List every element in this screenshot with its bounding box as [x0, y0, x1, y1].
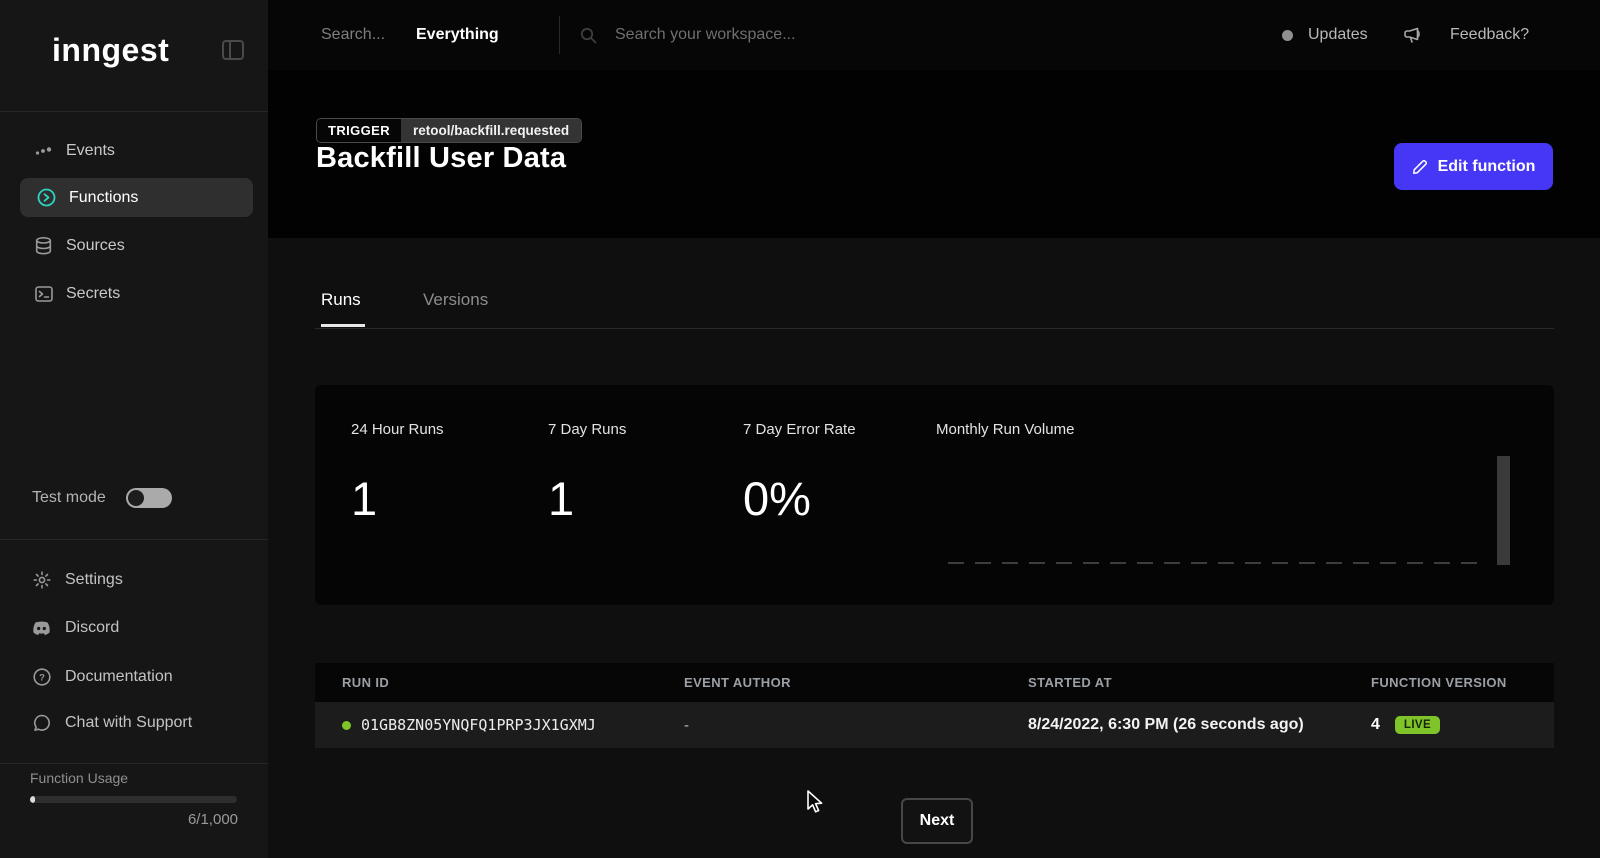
- toggle-knob: [128, 490, 144, 506]
- sidebar-logo-row: inngest: [0, 28, 268, 80]
- main-content: Runs Versions 24 Hour Runs 1 7 Day Runs …: [268, 238, 1600, 858]
- live-badge: LIVE: [1395, 716, 1440, 734]
- sidebar-item-label: Sources: [66, 237, 125, 255]
- sidebar-item-label: Settings: [65, 571, 123, 589]
- trigger-badge-label: TRIGGER: [317, 119, 401, 142]
- topbar: Search... Everything Search your workspa…: [268, 0, 1600, 70]
- sidebar-item-discord[interactable]: Discord: [0, 611, 268, 645]
- updates-button[interactable]: Updates: [1308, 0, 1368, 70]
- sidebar-item-label: Chat with Support: [65, 714, 192, 732]
- discord-icon: [32, 619, 51, 638]
- stat-value: 0%: [743, 471, 811, 526]
- chart-baseline-dashed: [948, 562, 1487, 564]
- tab-versions[interactable]: Versions: [423, 290, 488, 310]
- divider: [559, 16, 560, 54]
- started-at-cell: 8/24/2022, 6:30 PM (26 seconds ago): [1028, 702, 1304, 748]
- stat-label: 24 Hour Runs: [351, 421, 444, 438]
- stat-label: 7 Day Error Rate: [743, 421, 856, 438]
- inngest-logo: inngest: [52, 32, 169, 69]
- stat-7-day-error-rate: 7 Day Error Rate 0%: [743, 421, 856, 438]
- event-author-cell: -: [684, 702, 689, 748]
- feedback-button[interactable]: Feedback?: [1450, 0, 1529, 70]
- question-circle-icon: ?: [32, 668, 51, 687]
- app-window: inngest Events Functions Sources: [0, 0, 1600, 858]
- sidebar-item-settings[interactable]: Settings: [0, 563, 268, 597]
- divider: [0, 539, 268, 540]
- edit-function-button[interactable]: Edit function: [1394, 143, 1553, 190]
- function-version-cell: 4 LIVE: [1371, 702, 1440, 748]
- column-header-function-version: FUNCTION VERSION: [1371, 663, 1507, 702]
- sidebar-item-sources[interactable]: Sources: [0, 226, 268, 266]
- functions-icon: [37, 188, 56, 207]
- function-usage-progressbar: [30, 796, 237, 803]
- sidebar-item-label: Discord: [65, 619, 119, 637]
- search-button[interactable]: Search...: [321, 0, 385, 70]
- edit-function-label: Edit function: [1438, 158, 1536, 176]
- search-scope-everything[interactable]: Everything: [416, 0, 499, 70]
- stat-value: 1: [548, 471, 574, 526]
- divider: [0, 763, 268, 764]
- test-mode-label: Test mode: [32, 489, 106, 507]
- sidebar-item-label: Documentation: [65, 668, 173, 686]
- function-usage-label: Function Usage: [30, 770, 238, 786]
- sidebar-item-documentation[interactable]: ? Documentation: [0, 660, 268, 694]
- sidebar-item-label: Functions: [69, 189, 138, 207]
- megaphone-icon: [1404, 0, 1425, 70]
- monthly-run-volume-chart: Monthly Run Volume: [936, 421, 1530, 585]
- search-icon: [580, 0, 597, 70]
- stat-value: 1: [351, 471, 377, 526]
- sidebar-collapse-icon[interactable]: [222, 40, 244, 60]
- table-header-row: RUN ID EVENT AUTHOR STARTED AT FUNCTION …: [315, 663, 1554, 702]
- stat-7-day-runs: 7 Day Runs 1: [548, 421, 626, 438]
- sidebar-item-secrets[interactable]: Secrets: [0, 274, 268, 314]
- chart-bar: [1497, 456, 1510, 565]
- stat-24-hour-runs: 24 Hour Runs 1: [351, 421, 444, 438]
- stats-card: 24 Hour Runs 1 7 Day Runs 1 7 Day Error …: [315, 385, 1554, 605]
- workspace-search-input[interactable]: Search your workspace...: [615, 0, 796, 70]
- chart-title: Monthly Run Volume: [936, 421, 1530, 438]
- chat-bubble-icon: [32, 714, 51, 733]
- function-header: TRIGGER retool/backfill.requested Backfi…: [268, 70, 1600, 238]
- function-usage: Function Usage 6/1,000: [30, 770, 238, 828]
- sidebar-item-events[interactable]: Events: [0, 131, 268, 171]
- svg-text:?: ?: [39, 673, 45, 684]
- updates-dot-icon: [1282, 30, 1293, 41]
- active-tab-underline: [321, 324, 365, 327]
- sidebar-item-functions[interactable]: Functions: [20, 178, 253, 217]
- pencil-icon: [1412, 158, 1429, 175]
- page-title: Backfill User Data: [316, 142, 566, 175]
- run-id-cell[interactable]: 01GB8ZN05YNQFQ1PRP3JX1GXMJ: [361, 702, 596, 748]
- trigger-event-name[interactable]: retool/backfill.requested: [401, 119, 581, 142]
- sidebar: inngest Events Functions Sources: [0, 0, 268, 858]
- function-usage-progress-fill: [30, 796, 35, 803]
- sidebar-item-label: Events: [66, 142, 115, 160]
- divider: [315, 328, 1554, 329]
- sidebar-item-chat-support[interactable]: Chat with Support: [0, 706, 268, 740]
- gear-icon: [32, 571, 51, 590]
- divider: [0, 111, 268, 112]
- test-mode-row: Test mode: [32, 486, 242, 510]
- table-row[interactable]: 01GB8ZN05YNQFQ1PRP3JX1GXMJ - 8/24/2022, …: [315, 702, 1554, 748]
- sources-icon: [34, 237, 53, 256]
- tab-runs[interactable]: Runs: [321, 290, 361, 310]
- trigger-badge: TRIGGER retool/backfill.requested: [316, 118, 582, 143]
- next-page-button[interactable]: Next: [901, 798, 973, 844]
- column-header-run-id: RUN ID: [342, 663, 389, 702]
- secrets-icon: [34, 285, 53, 304]
- stat-label: 7 Day Runs: [548, 421, 626, 438]
- runs-table: RUN ID EVENT AUTHOR STARTED AT FUNCTION …: [315, 663, 1554, 748]
- run-status-dot: [342, 721, 351, 730]
- version-number: 4: [1371, 716, 1380, 734]
- events-icon: [34, 142, 53, 161]
- sidebar-item-label: Secrets: [66, 285, 120, 303]
- test-mode-toggle[interactable]: [126, 488, 172, 508]
- column-header-started-at: STARTED AT: [1028, 663, 1112, 702]
- column-header-event-author: EVENT AUTHOR: [684, 663, 791, 702]
- function-usage-value: 6/1,000: [30, 811, 238, 828]
